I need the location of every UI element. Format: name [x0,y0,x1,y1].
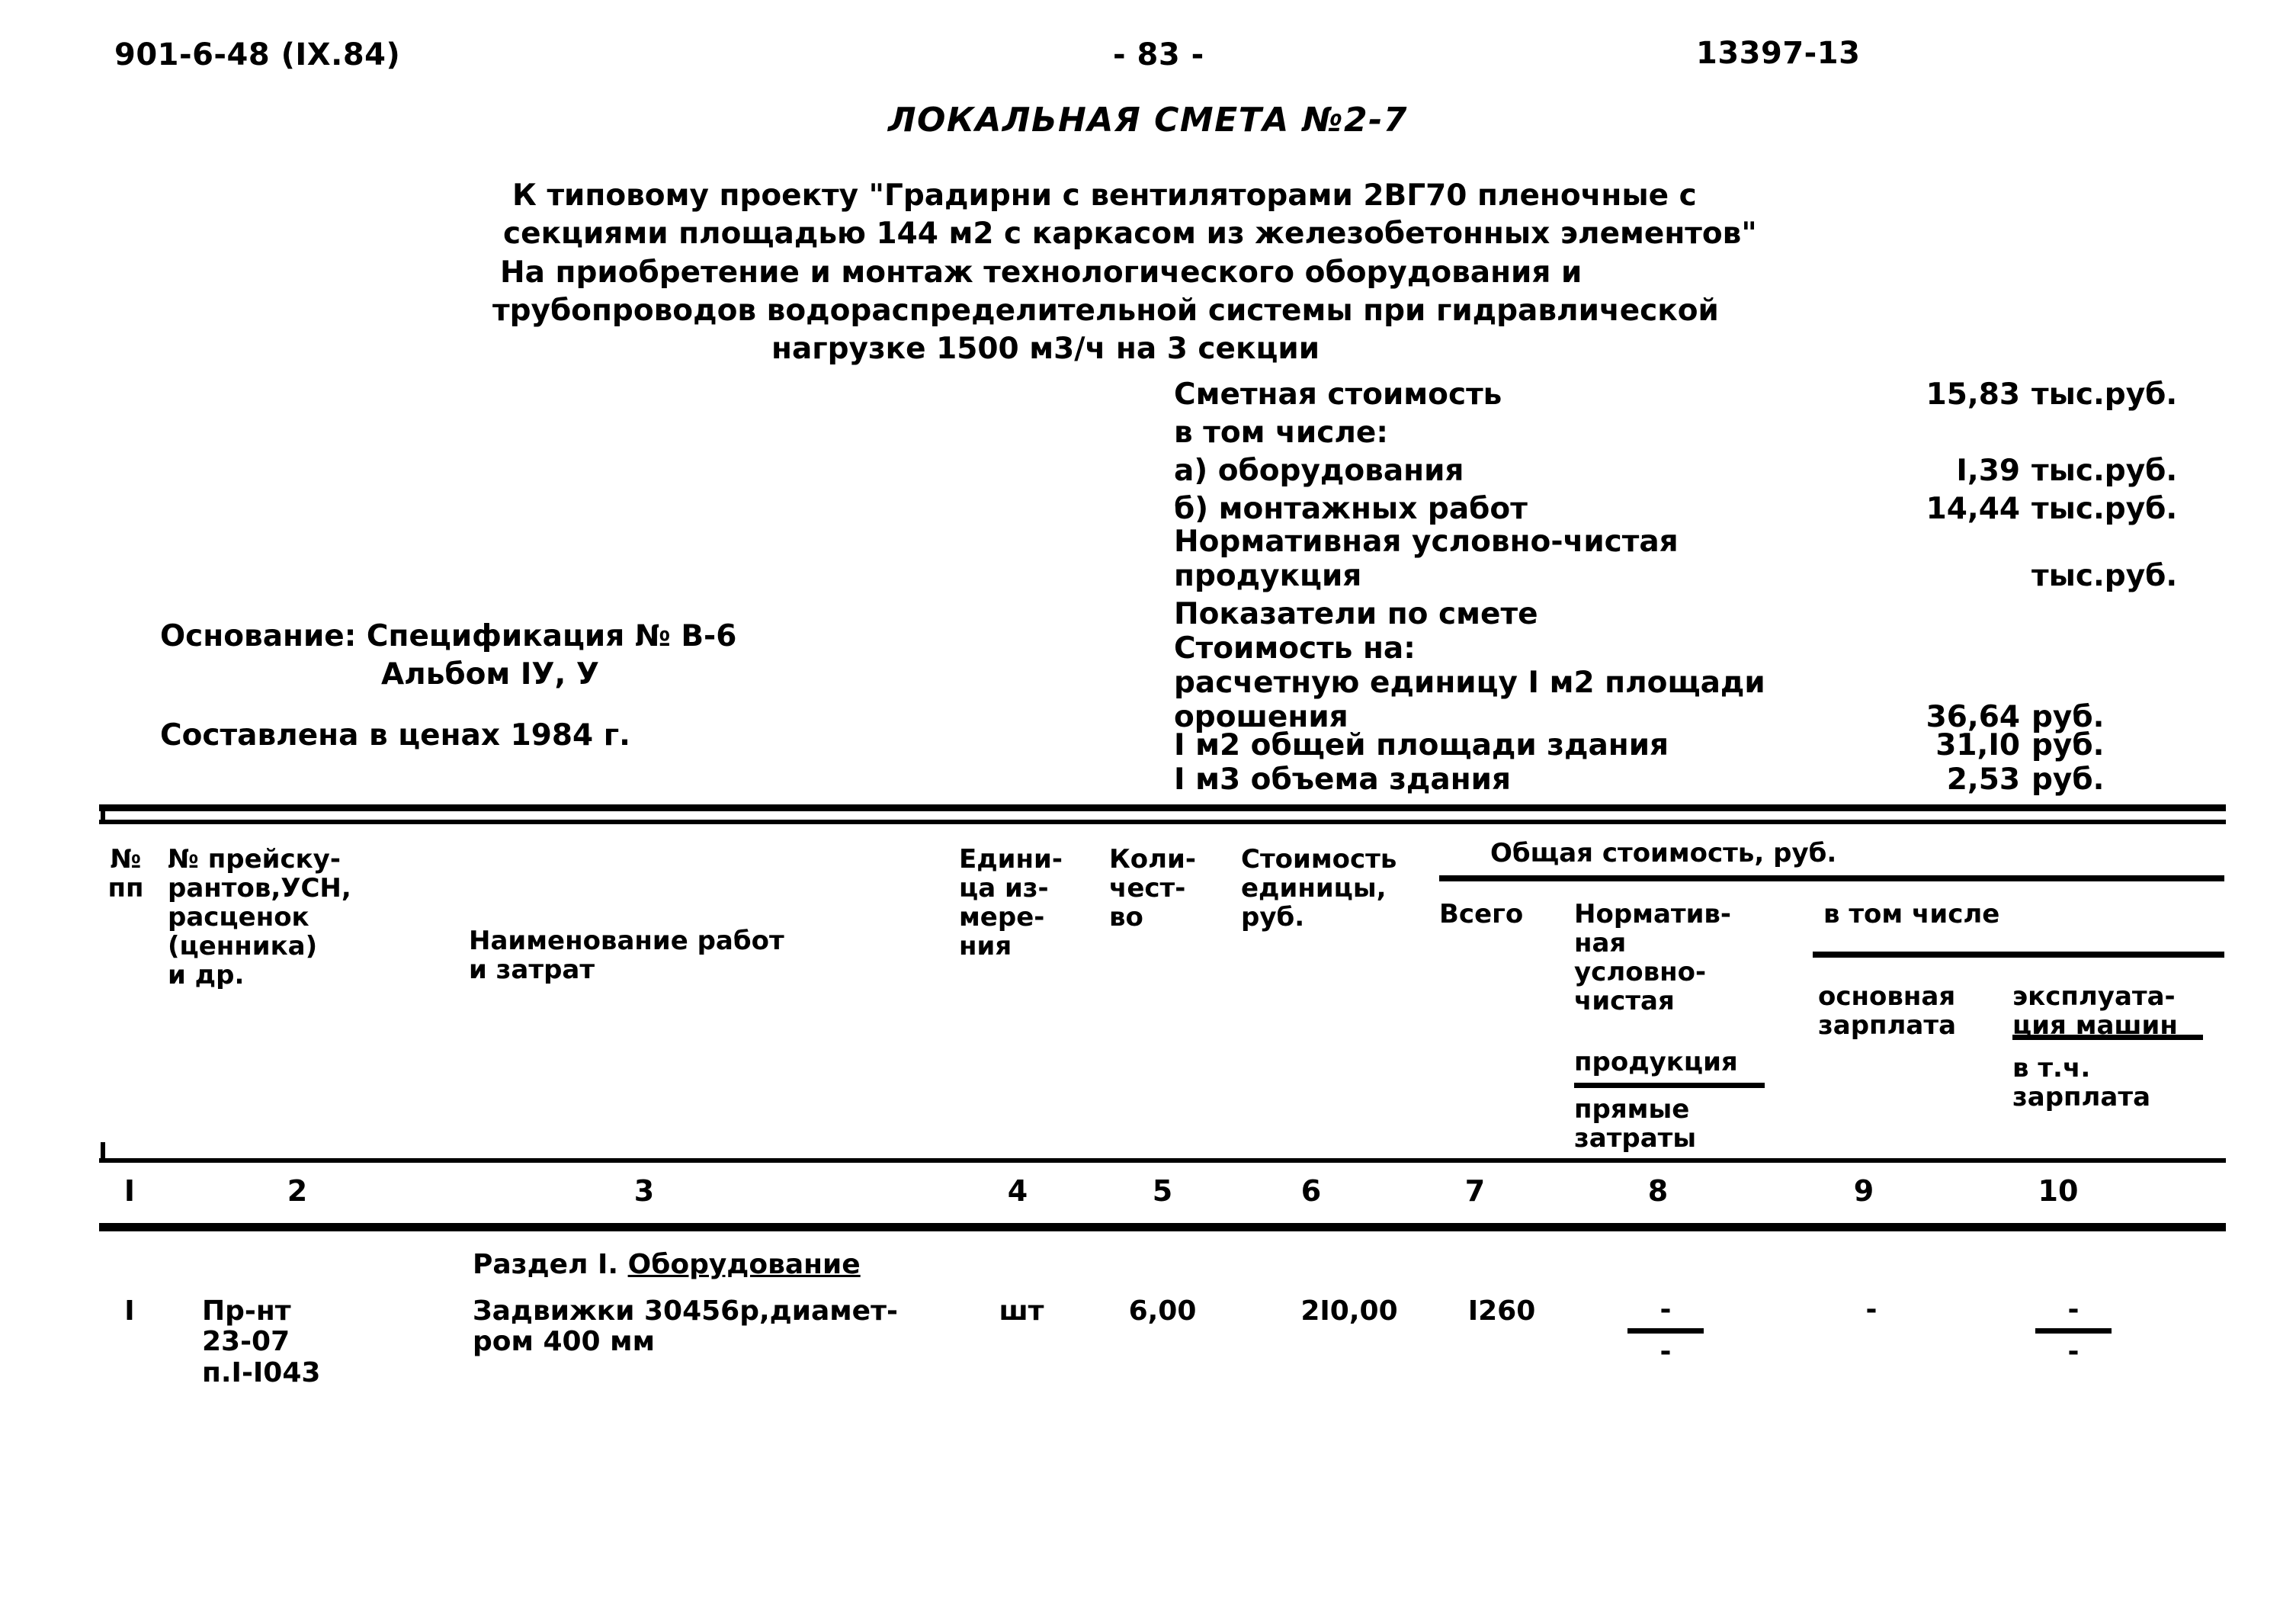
colnum-9: 9 [1853,1174,1874,1208]
colnum-8: 8 [1647,1174,1669,1208]
header-left-code: 901-6-48 (IX.84) [114,37,401,72]
th-col8-b: продукция [1574,1047,1738,1077]
row-0-col8-top: - [1659,1294,1672,1325]
colnum-5: 5 [1152,1174,1173,1208]
row-0-col9: - [1795,1296,1948,1324]
row-0-col7: I260 [1467,1295,1536,1327]
row-0-col1: I [124,1295,135,1327]
th-col10-b: в т.ч. зарплата [2012,1053,2151,1113]
row-0-col10-top: - [2067,1294,2080,1325]
colnum-7: 7 [1464,1174,1486,1208]
row-0-col9-top: - [1865,1294,1878,1325]
summary-value-0: 15,83 [1926,377,2020,412]
table-bottom-rule [99,1158,2226,1163]
colnum-3: 3 [633,1174,655,1208]
summary-label-2: а) оборудования [1174,454,1464,488]
th-col5: Коли- чест- во [1109,844,1196,933]
th-col8-c: прямые затраты [1574,1094,1697,1154]
summary-label-3: б) монтажных работ [1174,492,1528,526]
basis-line-3: Составлена в ценах 1984 г. [160,718,630,753]
section-prefix: Раздел I. [473,1249,628,1280]
table-left-edge [101,804,105,824]
colnum-6: 6 [1300,1174,1322,1208]
th-included-group: в том числе [1823,899,2000,929]
intro-line-3: На приобретение и монтаж технологическог… [500,255,1583,290]
th-col10-a: эксплуата- ция машин [2012,981,2178,1042]
summary-unit-3: тыс.руб. [2031,492,2178,526]
total-group-rule [1439,875,2224,881]
th-col9: основная зарплата [1818,981,1957,1042]
summary-label-0: Сметная стоимость [1174,377,1502,412]
summary-unit-11: руб. [2031,762,2105,797]
included-group-rule [1813,952,2224,958]
summary-label-6: Показатели по смете [1174,597,1538,631]
summary-value-3: 14,44 [1926,492,2020,526]
section-title-row: Раздел I. Оборудование [473,1249,861,1280]
row-0-col2: Пр-нт 23-07 п.I-I043 [202,1295,321,1388]
colnum-1: I [123,1174,136,1208]
row-0-col10-bottom: - [2067,1336,2080,1367]
section-name: Оборудование [627,1249,861,1280]
summary-value-11: 2,53 [1946,762,2020,797]
summary-label-11: I м3 объема здания [1174,762,1512,797]
basis-line-1: Основание: Спецификация № В-6 [160,619,737,653]
th-col2: № прейску- рантов,УСН, расценок (ценника… [168,844,351,991]
header-right-code: 13397-13 [1696,36,1861,71]
colnum-10: 10 [2038,1174,2079,1208]
table-top-rule [99,804,2226,811]
colnum-4: 4 [1007,1174,1028,1208]
th-col1: № пп [107,844,144,904]
summary-label-8: расчетную единицу I м2 площади [1174,666,1765,700]
summary-label-5: продукция [1174,559,1362,593]
intro-line-4: трубопроводов водораспределительной сист… [492,294,1719,328]
intro-line-5: нагрузке 1500 м3/ч на 3 секции [771,332,1320,366]
summary-value-10: 31,I0 [1935,728,2020,762]
intro-line-2: секциями площадью 144 м2 с каркасом из ж… [503,217,1757,251]
summary-label-1: в том числе: [1174,416,1388,450]
document-page: 901-6-48 (IX.84) - 83 - 13397-13 ЛОКАЛЬН… [0,0,2296,1621]
th-col4: Едини- ца из- мере- ния [959,844,1063,962]
row-0-col10-bar [2035,1328,2112,1334]
row-0-col5: 6,00 [1128,1295,1197,1327]
summary-label-7: Стоимость на: [1174,631,1416,666]
summary-unit-10: руб. [2031,728,2105,762]
header-page-number: - 83 - [1113,37,1204,72]
summary-unit-2: тыс.руб. [2031,454,2178,488]
basis-line-2: Альбом IУ, У [381,657,599,692]
page-title: ЛОКАЛЬНАЯ СМЕТА №2-7 [887,101,1409,140]
row-0-col8-bar [1627,1328,1704,1334]
row-0-col10: - - [1997,1296,2150,1366]
summary-value-2: I,39 [1956,454,2020,488]
row-0-col4: шт [999,1295,1044,1327]
th-col6: Стоимость единицы, руб. [1241,844,1397,933]
table-left-edge-2 [101,1142,105,1162]
th-col8-a: Норматив- ная условно- чистая [1574,899,1732,1017]
row-0-col3: Задвижки 30456р,диамет- ром 400 мм [473,1295,898,1358]
summary-unit-5: тыс.руб. [2031,559,2178,593]
summary-label-10: I м2 общей площади здания [1174,728,1669,762]
th-col3: Наименование работ и затрат [469,926,784,986]
row-0-col8-bottom: - [1659,1336,1672,1367]
row-0-col8: - - [1589,1296,1742,1366]
colnum-2: 2 [287,1174,308,1208]
table-top-rule-2 [99,820,2226,824]
intro-line-1: К типовому проекту "Градирни с вентилято… [512,178,1697,213]
table-colnum-rule [99,1223,2226,1231]
row-0-col6: 2I0,00 [1300,1295,1398,1327]
summary-unit-0: тыс.руб. [2031,377,2178,412]
th-total-group: Общая стоимость, руб. [1490,838,1837,868]
th-col7: Всего [1439,899,1524,929]
col8-underline [1574,1083,1765,1088]
summary-label-4: Нормативная условно-чистая [1174,525,1679,559]
